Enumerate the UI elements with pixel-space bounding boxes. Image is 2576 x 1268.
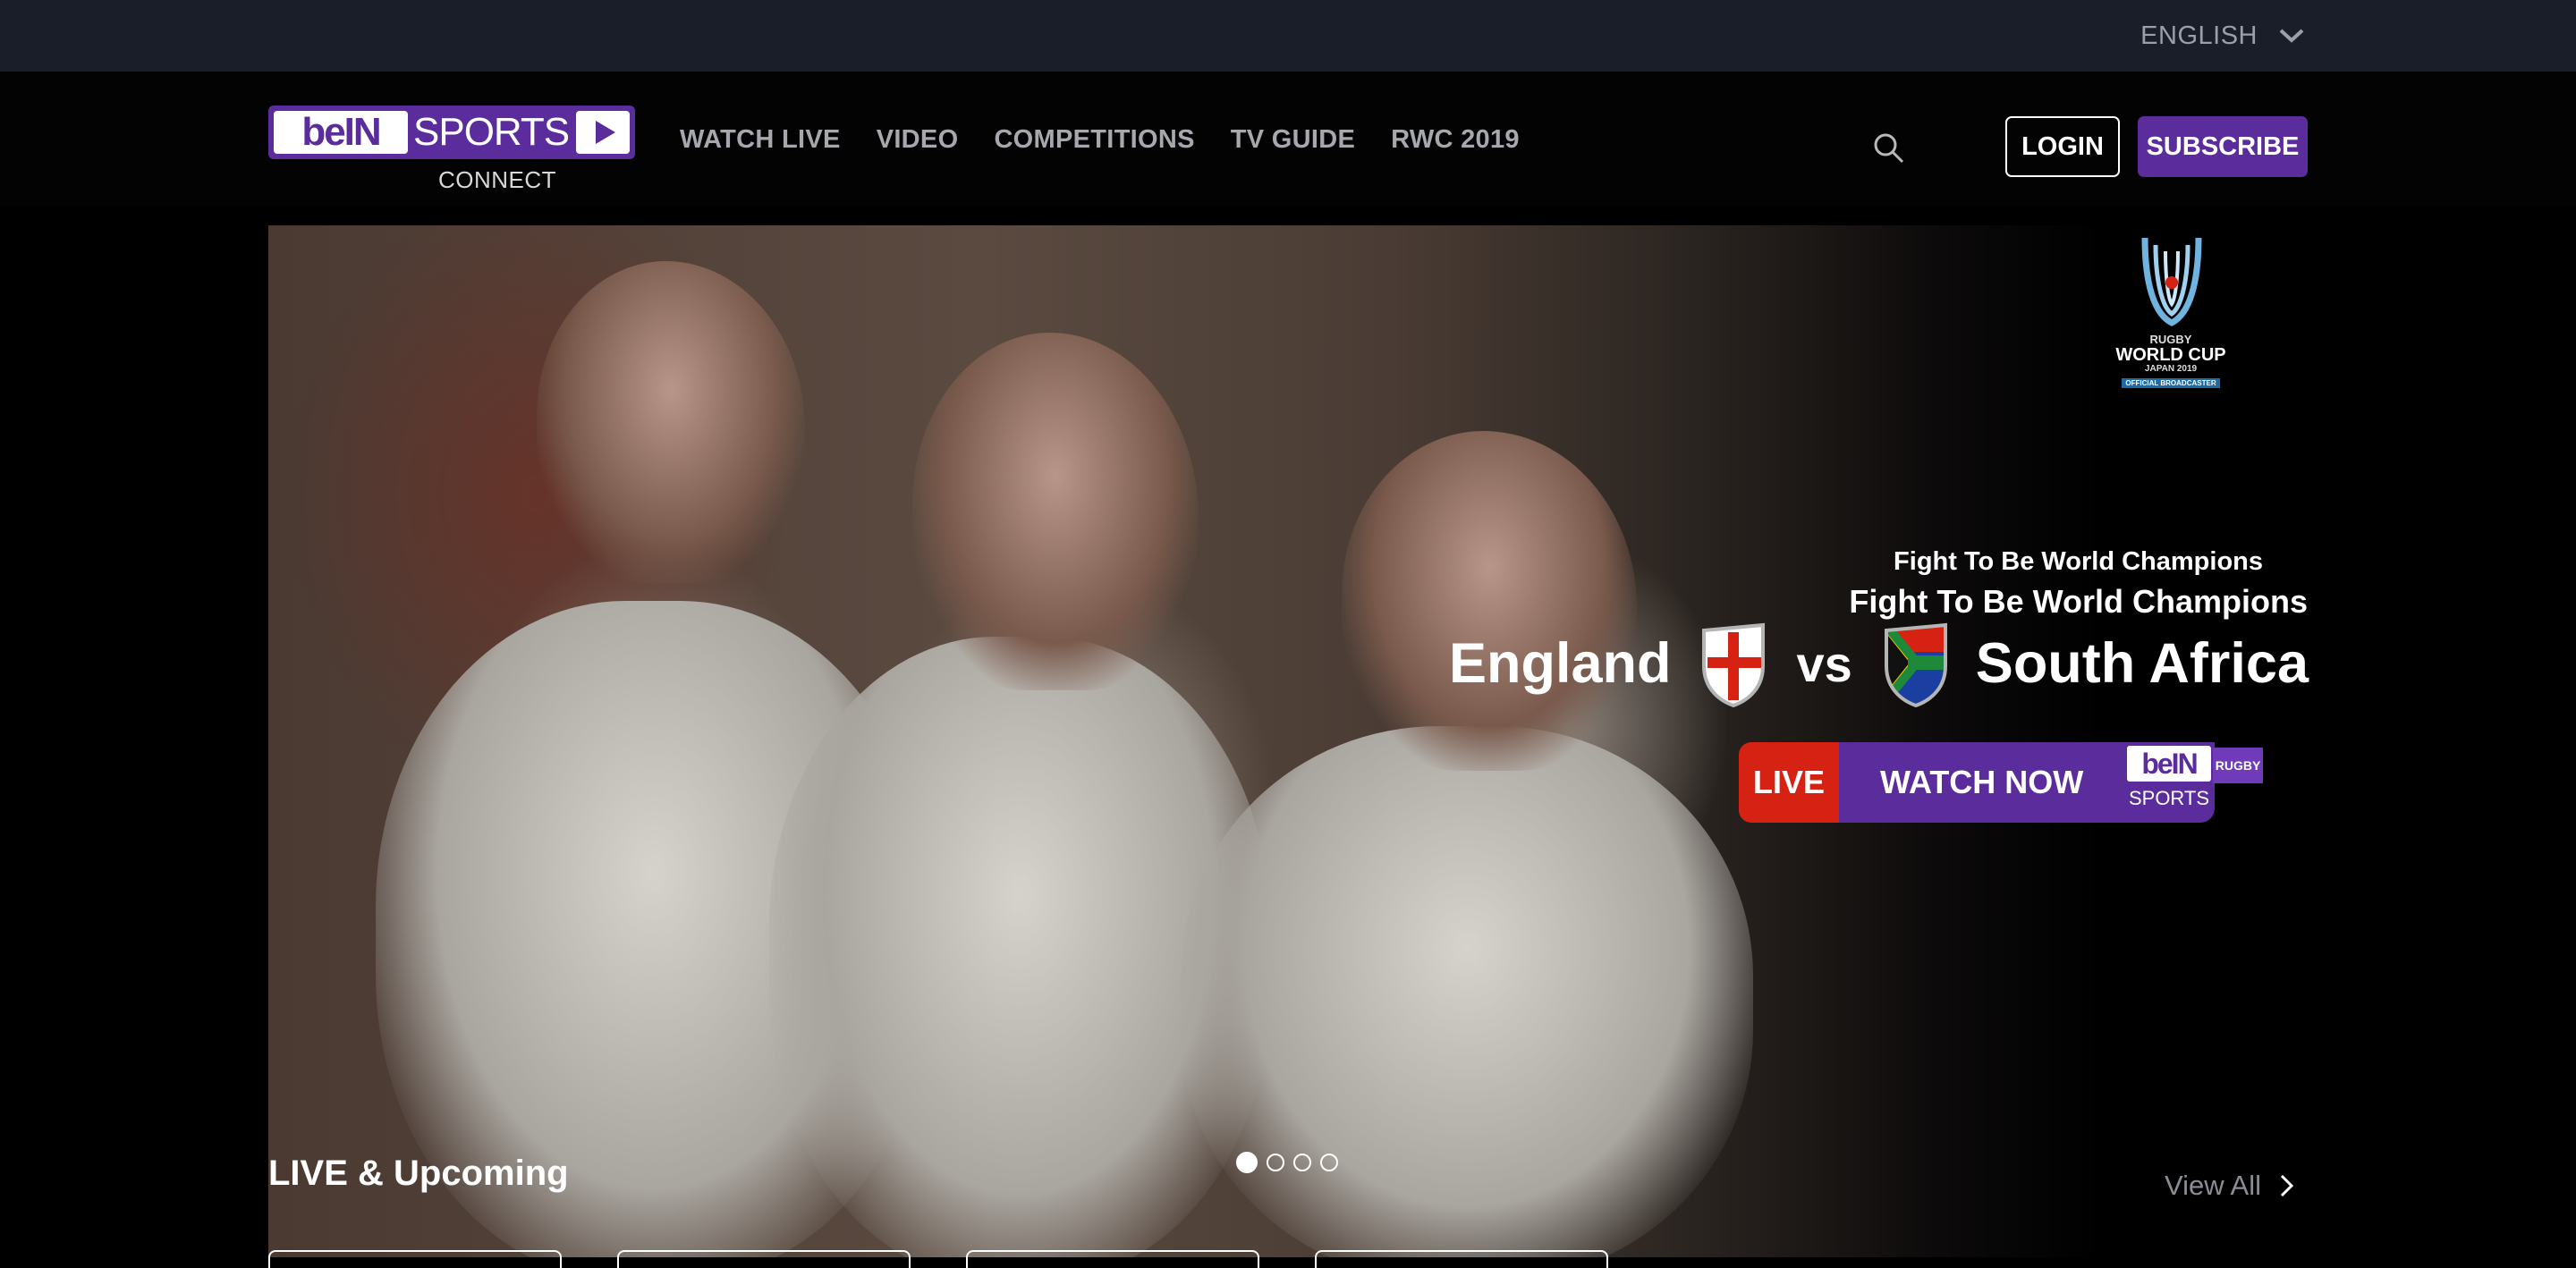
channel-bein-text: beIN	[2127, 746, 2211, 782]
bein-sports-connect-logo[interactable]: beIN SPORTS CONNECT	[268, 106, 635, 202]
rwc-logo-text: RUGBY WORLD CUP JAPAN 2019 OFFICIAL BROA…	[2104, 333, 2238, 390]
nav-rwc-2019[interactable]: RWC 2019	[1391, 125, 1520, 155]
rwc-line2: WORLD CUP	[2115, 345, 2226, 365]
logo-sports-text: SPORTS	[413, 110, 570, 154]
nav-video[interactable]: VIDEO	[877, 125, 959, 155]
top-bar: ENGLISH	[0, 0, 2576, 72]
hero-player-image	[912, 333, 1199, 690]
watch-now-button[interactable]: WATCH NOW beIN SPORTS	[1839, 742, 2215, 823]
logo-connect-text: CONNECT	[438, 166, 557, 193]
language-selector[interactable]: ENGLISH	[2140, 18, 2306, 54]
schedule-card[interactable]	[617, 1250, 911, 1268]
bein-sports-channel-logo: beIN SPORTS	[2123, 742, 2215, 823]
hero-tagline-small: Fight To Be World Champions	[1894, 547, 2263, 576]
schedule-card[interactable]	[966, 1250, 1259, 1268]
channel-rugby-tag: RUGBY	[2213, 748, 2263, 783]
logo-box: beIN SPORTS	[268, 106, 635, 159]
hero-player-image	[1342, 431, 1637, 771]
carousel-dot-2[interactable]	[1267, 1154, 1284, 1171]
carousel-pagination	[1236, 1152, 1338, 1173]
rugby-world-cup-logo: RUGBY WORLD CUP JAPAN 2019 OFFICIAL BROA…	[2104, 229, 2238, 399]
carousel-dot-4[interactable]	[1320, 1154, 1338, 1171]
section-title: LIVE & Upcoming	[268, 1154, 569, 1193]
chevron-down-icon	[2279, 29, 2304, 43]
south-africa-shield-icon	[1884, 622, 1947, 707]
play-icon	[576, 111, 630, 154]
schedule-card[interactable]	[1315, 1250, 1608, 1268]
vs-label: vs	[1796, 635, 1852, 692]
view-all-label: View All	[2165, 1170, 2261, 1201]
rwc-trophy-icon	[2141, 237, 2202, 326]
channel-sports-text: SPORTS	[2128, 787, 2210, 809]
hero-player-image	[537, 261, 805, 583]
hero-banner[interactable]	[268, 225, 2308, 1257]
match-title: England vs South Africa	[1449, 619, 2309, 708]
subscribe-button[interactable]: SUBSCRIBE	[2138, 116, 2308, 177]
primary-nav: WATCH LIVE VIDEO COMPETITIONS TV GUIDE R…	[680, 125, 1520, 155]
carousel-dot-3[interactable]	[1293, 1154, 1311, 1171]
logo-bein-text: beIN	[274, 111, 408, 154]
live-badge: LIVE	[1739, 742, 1839, 823]
watch-now-label: WATCH NOW	[1880, 764, 2084, 800]
view-all-link[interactable]: View All	[2165, 1170, 2295, 1202]
england-shield-icon	[1701, 622, 1765, 707]
chevron-right-icon	[2280, 1174, 2294, 1197]
rwc-line3: JAPAN 2019	[2144, 364, 2198, 374]
rwc-line1: RUGBY	[2149, 333, 2192, 346]
nav-watch-live[interactable]: WATCH LIVE	[680, 125, 841, 155]
team-away: South Africa	[1975, 632, 2309, 695]
search-icon[interactable]	[1871, 131, 1907, 166]
schedule-card[interactable]	[268, 1250, 562, 1268]
login-button[interactable]: LOGIN	[2005, 116, 2120, 177]
watch-now-cta[interactable]: LIVE WATCH NOW beIN SPORTS	[1739, 742, 2215, 823]
team-home: England	[1449, 632, 1672, 695]
hero-player-image	[1181, 726, 1753, 1257]
language-label: ENGLISH	[2140, 21, 2258, 50]
carousel-dot-1[interactable]	[1236, 1152, 1258, 1173]
rwc-line4: OFFICIAL BROADCASTER	[2122, 378, 2220, 388]
nav-tv-guide[interactable]: TV GUIDE	[1231, 125, 1355, 155]
nav-competitions[interactable]: COMPETITIONS	[994, 125, 1194, 155]
hero-tagline-large: Fight To Be World Champions	[1849, 583, 2308, 620]
